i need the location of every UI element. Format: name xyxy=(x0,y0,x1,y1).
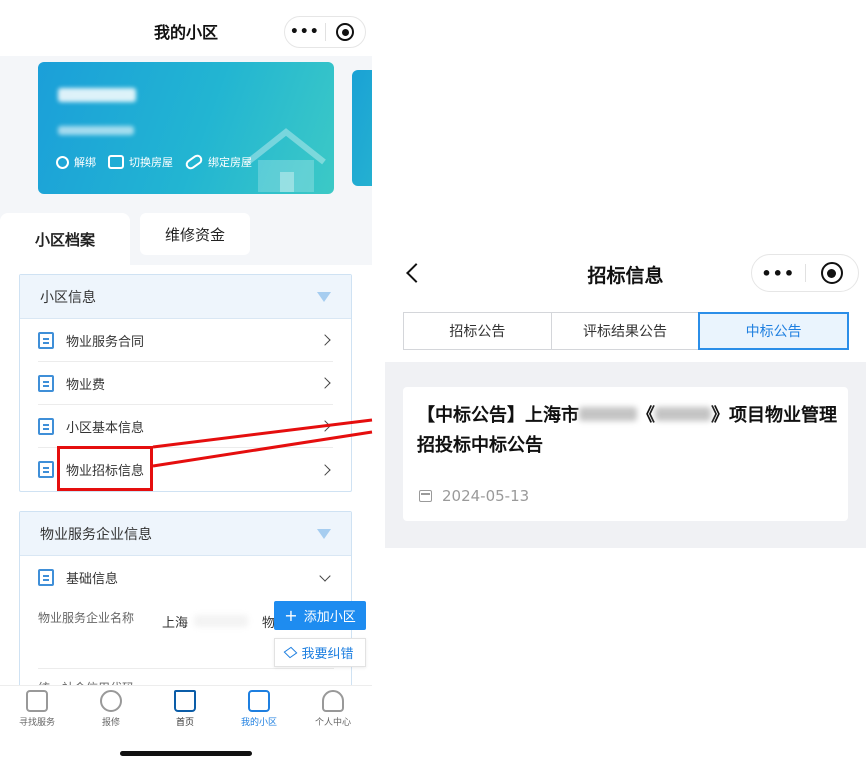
company-name-value: 上海 xyxy=(162,612,249,631)
document-icon xyxy=(38,569,54,586)
house-card[interactable]: 解绑 切换房屋 绑定房屋 xyxy=(38,62,334,194)
date-text: 2024-05-13 xyxy=(442,487,530,505)
tab-repair[interactable]: 报修 xyxy=(74,690,148,728)
community-tabs: 小区档案 维修资金 xyxy=(0,213,372,265)
tab-label: 首页 xyxy=(175,718,194,728)
chevron-right-icon xyxy=(319,334,331,346)
property-company-title: 物业服务企业信息 xyxy=(40,526,152,543)
mini-program-capsule: ••• xyxy=(284,16,366,48)
yuan-fee-icon xyxy=(38,374,54,392)
switch-house-label: 切换房屋 xyxy=(129,156,173,169)
unbind-label: 解绑 xyxy=(74,156,96,169)
contract-icon xyxy=(38,331,54,349)
switch-house-button[interactable]: 切换房屋 xyxy=(108,154,173,170)
house-owner-name-redacted xyxy=(58,88,136,102)
tab-my-community[interactable]: 我的小区 xyxy=(222,690,296,728)
announcement-date: 2024-05-13 xyxy=(419,487,529,505)
row-property-contract[interactable]: 物业服务合同 xyxy=(38,319,333,362)
tab-label: 寻找服务 xyxy=(18,718,55,728)
district-redacted xyxy=(579,407,637,421)
bidding-info-screen: 招标信息 ••• 招标公告 评标结果公告 中标公告 【中标公告】上海市《》项目物… xyxy=(385,242,866,548)
row-label: 物业费 xyxy=(66,377,106,393)
bidding-icon xyxy=(38,461,54,478)
tab-find-service[interactable]: 寻找服务 xyxy=(0,690,74,728)
next-house-card[interactable] xyxy=(352,70,372,186)
close-mini-program-button[interactable] xyxy=(326,23,366,41)
plus-icon: + xyxy=(284,606,298,625)
house-card-actions: 解绑 切换房屋 绑定房屋 xyxy=(56,152,252,172)
bind-house-button[interactable]: 绑定房屋 xyxy=(183,152,252,172)
user-icon xyxy=(322,690,344,712)
company-name-visible: 上海 xyxy=(162,616,189,631)
add-community-label: 添加小区 xyxy=(303,610,356,625)
building-icon xyxy=(248,690,270,712)
more-icon[interactable]: ••• xyxy=(285,24,325,40)
more-icon[interactable]: ••• xyxy=(752,264,805,283)
link-icon xyxy=(183,152,205,172)
target-icon xyxy=(336,23,355,41)
switch-house-icon xyxy=(108,155,124,169)
chevron-right-icon xyxy=(319,420,331,432)
search-doc-icon xyxy=(26,690,48,712)
collapse-triangle-icon xyxy=(317,528,331,539)
tab-bidding-announcement[interactable]: 招标公告 xyxy=(403,312,552,350)
row-label: 物业服务合同 xyxy=(66,334,145,350)
edit-icon xyxy=(284,646,298,659)
tab-evaluation-result[interactable]: 评标结果公告 xyxy=(550,312,700,350)
add-community-button[interactable]: + 添加小区 xyxy=(274,601,366,630)
row-property-fee[interactable]: 物业费 xyxy=(38,362,333,405)
tab-community-archive[interactable]: 小区档案 xyxy=(0,213,130,265)
announcement-type-tabs: 招标公告 评标结果公告 中标公告 xyxy=(403,312,850,350)
tools-icon xyxy=(100,690,122,712)
close-mini-program-button[interactable] xyxy=(806,262,859,284)
home-indicator xyxy=(120,751,252,756)
company-name-label: 物业服务企业名称 xyxy=(38,611,135,625)
tab-label: 个人中心 xyxy=(314,718,351,728)
community-info-title: 小区信息 xyxy=(40,289,96,306)
tab-home[interactable]: 首页 xyxy=(148,690,222,728)
row-basic-info[interactable]: 基础信息 xyxy=(38,556,333,599)
unbind-button[interactable]: 解绑 xyxy=(56,154,96,170)
tab-personal-center[interactable]: 个人中心 xyxy=(296,690,370,728)
mini-program-capsule: ••• xyxy=(751,254,859,292)
title-mid: 《 xyxy=(637,405,655,426)
row-community-basic-info[interactable]: 小区基本信息 xyxy=(38,405,333,448)
project-name-redacted xyxy=(655,407,711,421)
announcement-card[interactable]: 【中标公告】上海市《》项目物业管理招投标中标公告 2024-05-13 xyxy=(403,387,848,521)
nav-bar: 我的小区 ••• xyxy=(0,0,372,56)
house-address-redacted xyxy=(58,126,134,135)
row-label: 小区基本信息 xyxy=(66,420,145,436)
tab-maintenance-fund[interactable]: 维修资金 xyxy=(140,213,250,255)
tab-label: 报修 xyxy=(101,718,120,728)
calendar-icon xyxy=(419,490,432,502)
home-icon xyxy=(174,690,196,712)
unbind-icon xyxy=(56,155,69,169)
highlight-box xyxy=(57,446,153,491)
title-prefix: 【中标公告】上海市 xyxy=(417,405,579,426)
target-icon xyxy=(820,262,843,284)
my-community-screen: 我的小区 ••• 解绑 切换房屋 绑定房屋 小区档案 维修资金 小区信息 物业服… xyxy=(0,0,372,762)
divider xyxy=(38,668,334,669)
report-error-label: 我要纠错 xyxy=(301,647,354,662)
house-watermark-icon xyxy=(246,128,326,192)
community-info-header[interactable]: 小区信息 xyxy=(20,275,351,319)
community-icon xyxy=(38,417,54,435)
report-error-button[interactable]: 我要纠错 xyxy=(274,638,366,667)
announcement-title: 【中标公告】上海市《》项目物业管理招投标中标公告 xyxy=(417,401,837,461)
chevron-right-icon xyxy=(319,377,331,389)
collapse-triangle-icon xyxy=(317,291,331,302)
chevron-down-icon xyxy=(319,569,331,582)
nav-bar: 招标信息 ••• 招标公告 评标结果公告 中标公告 xyxy=(385,242,866,362)
company-name-redacted xyxy=(194,615,249,627)
property-company-header[interactable]: 物业服务企业信息 xyxy=(20,512,351,556)
chevron-right-icon xyxy=(319,463,331,476)
row-label: 基础信息 xyxy=(66,572,119,587)
tab-label: 我的小区 xyxy=(240,718,277,728)
tab-winning-bid[interactable]: 中标公告 xyxy=(698,312,850,350)
